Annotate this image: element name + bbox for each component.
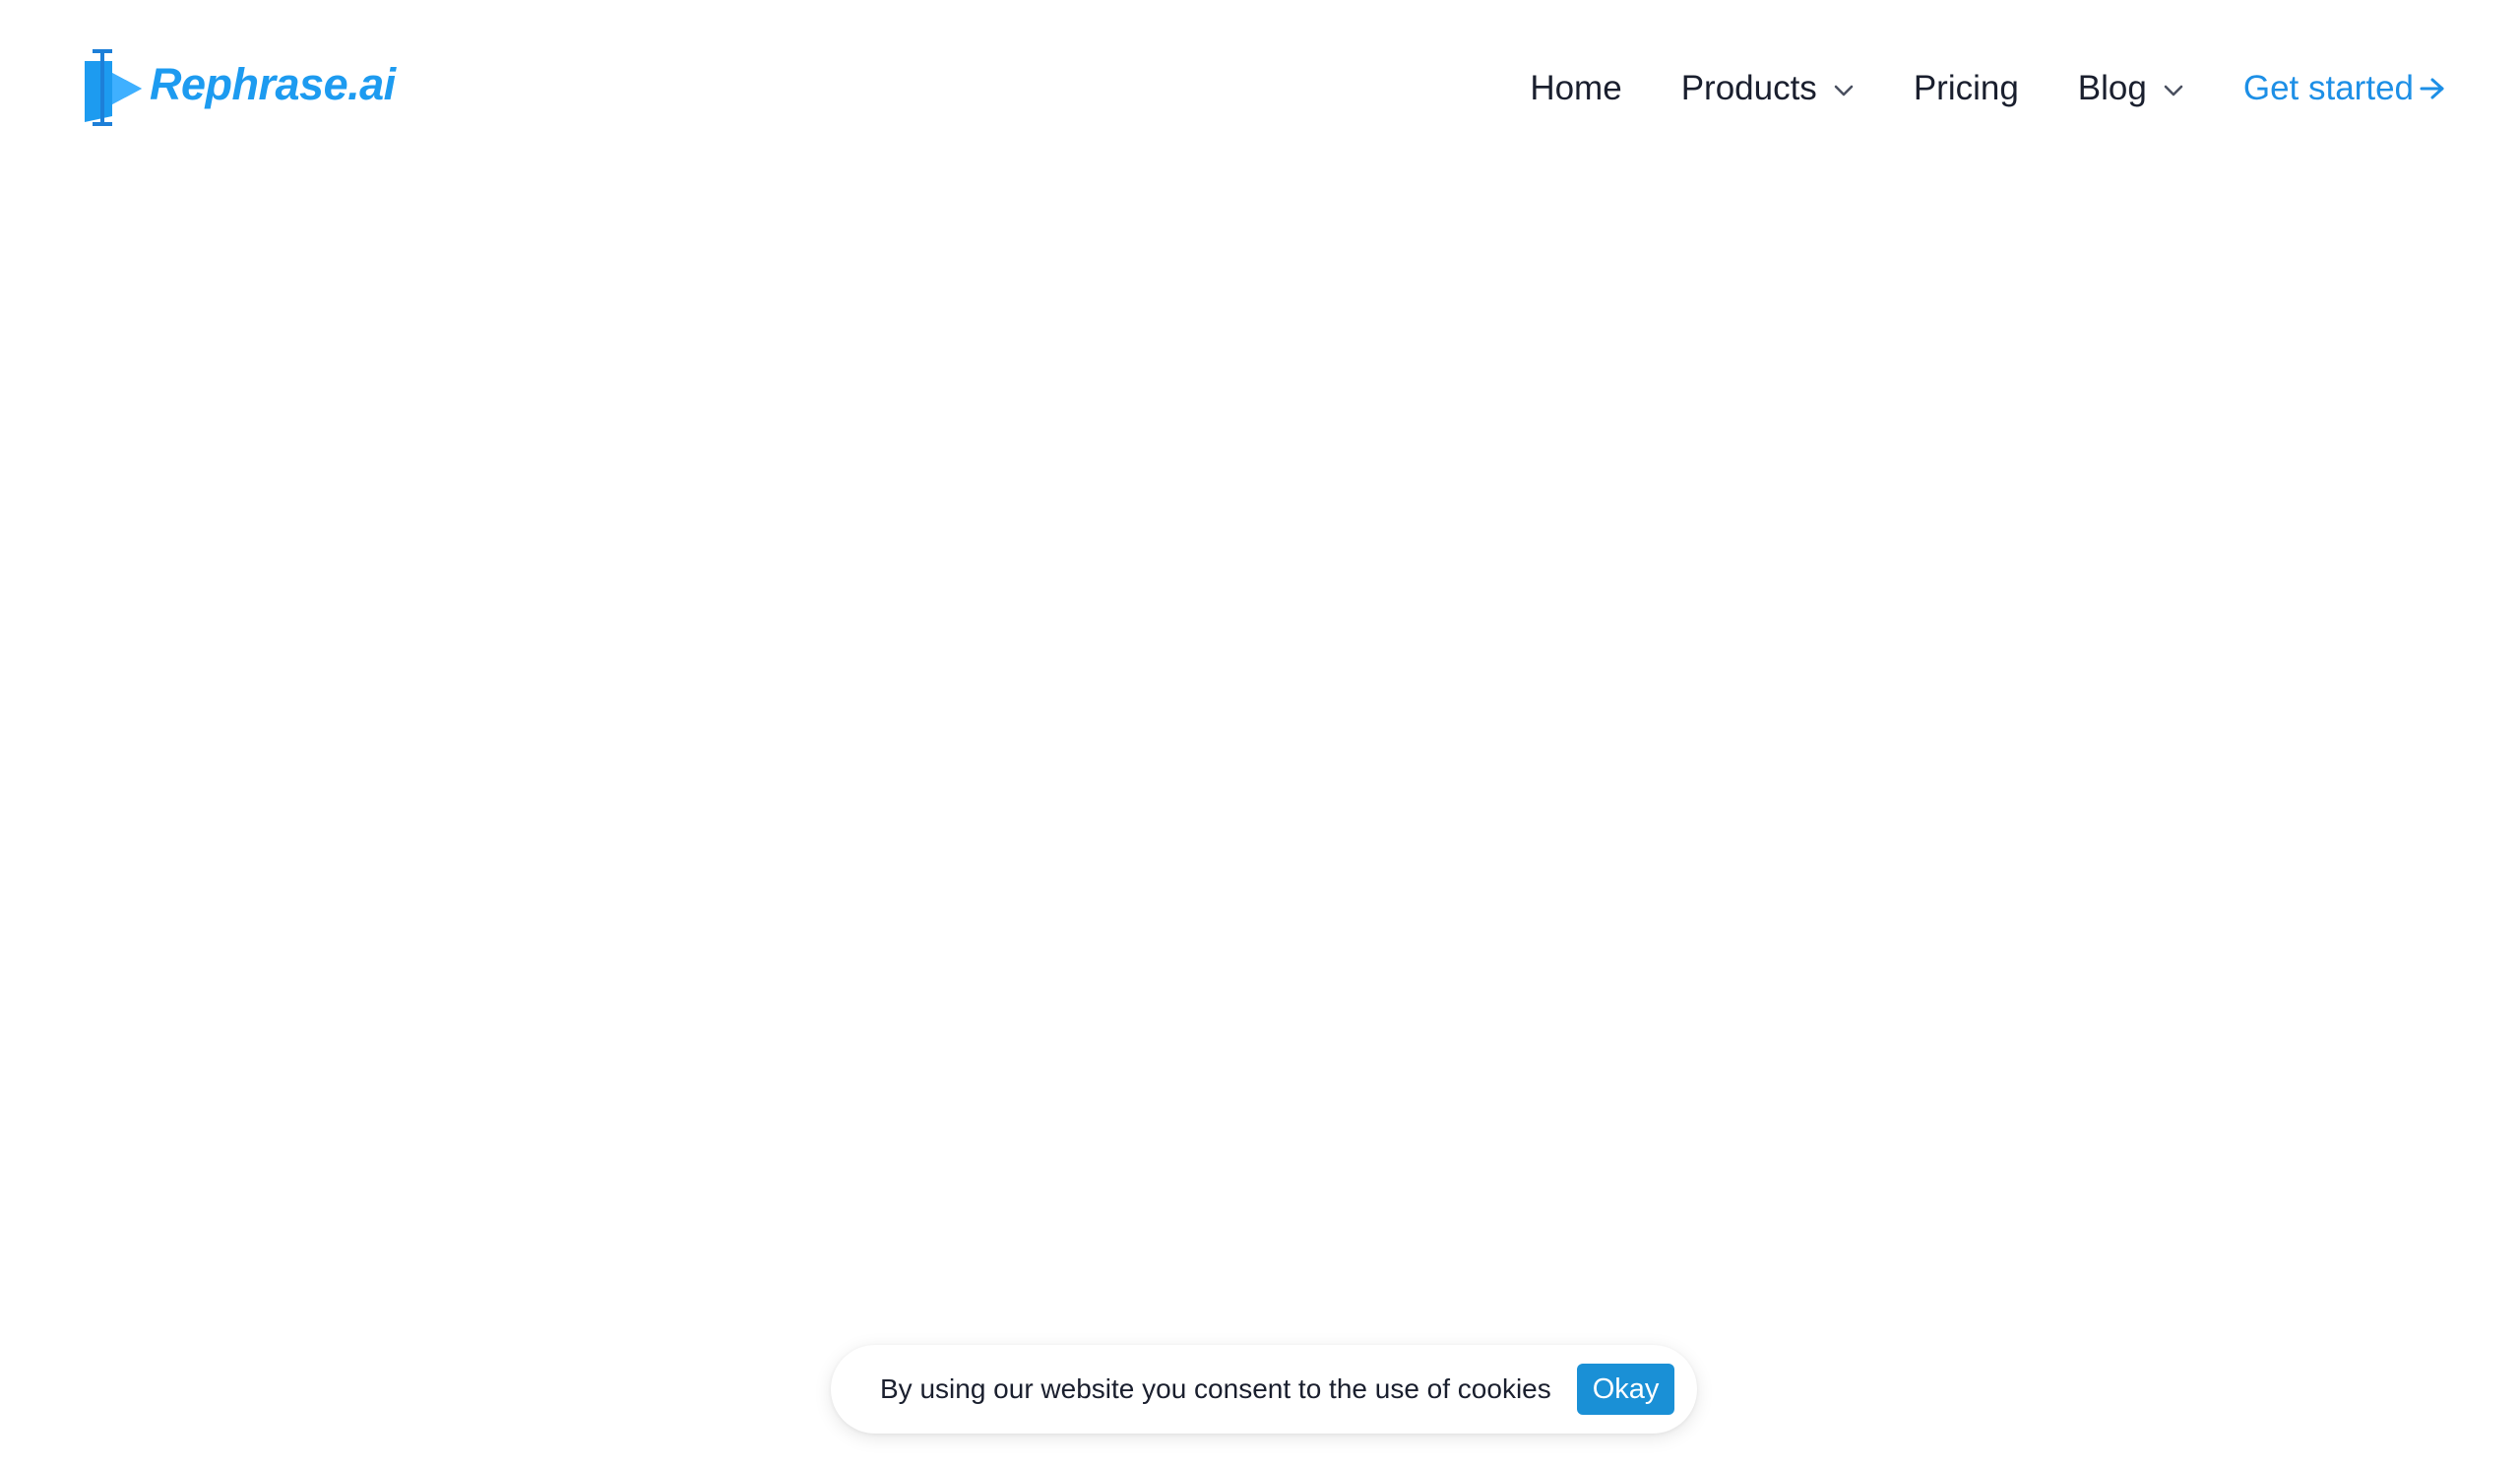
page: Rephrase.ai Home Products Pricing Blog G…	[0, 0, 2520, 1467]
rephrase-flag-logo-icon	[85, 49, 142, 126]
cookie-okay-button[interactable]: Okay	[1576, 1364, 1675, 1415]
cookie-consent-banner: By using our website you consent to the …	[831, 1345, 1697, 1434]
nav-item-home[interactable]: Home	[1530, 69, 1621, 108]
site-header: Rephrase.ai Home Products Pricing Blog G…	[0, 0, 2520, 177]
get-started-link[interactable]: Get started	[2243, 69, 2447, 108]
brand-name: Rephrase.ai	[150, 58, 396, 109]
arrow-right-icon	[2420, 78, 2444, 99]
nav-item-label: Home	[1530, 69, 1622, 107]
chevron-down-icon	[2164, 85, 2183, 96]
chevron-down-icon	[1834, 85, 1854, 96]
nav-item-pricing[interactable]: Pricing	[1914, 69, 2019, 108]
nav-item-label: Products	[1680, 69, 1817, 107]
brand-logo-link[interactable]: Rephrase.ai	[79, 45, 396, 130]
nav-item-label: Blog	[2077, 69, 2147, 107]
nav-item-products[interactable]: Products	[1681, 69, 1855, 108]
get-started-label: Get started	[2242, 69, 2414, 107]
nav-item-blog[interactable]: Blog	[2078, 69, 2184, 108]
main-nav: Home Products Pricing Blog Get started	[1530, 59, 2447, 118]
nav-item-label: Pricing	[1913, 69, 2019, 107]
cookie-message: By using our website you consent to the …	[880, 1373, 1551, 1404]
